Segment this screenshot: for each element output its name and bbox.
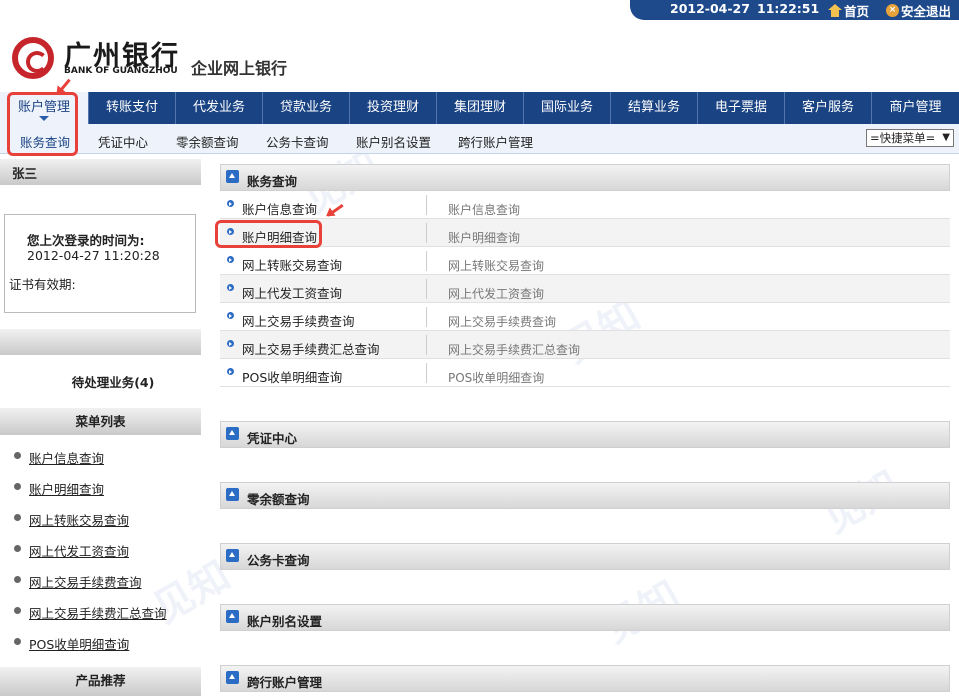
section-header-account-alias[interactable]: 账户别名设置 — [220, 604, 950, 631]
quick-menu-select[interactable]: =快捷菜单= ▼ — [866, 129, 954, 147]
menu-list: 账户信息查询 账户明细查询 网上转账交易查询 网上代发工资查询 网上交易手续费查… — [14, 448, 167, 665]
menu-item[interactable]: 网上转账交易查询 — [14, 510, 167, 541]
query-list: 账户信息查询 账户信息查询 账户明细查询 账户明细查询 网上转账交易查询 网上转账交易… — [220, 191, 950, 387]
logout-icon: × — [886, 4, 899, 17]
home-icon — [828, 4, 842, 17]
main-nav: 账户管理 转账支付 代发业务 贷款业务 投资理财 集团理财 国际业务 结算业务 … — [0, 92, 959, 124]
chevron-down-icon: ▼ — [942, 132, 950, 143]
arrow-right-icon — [227, 284, 234, 291]
highlight-box — [215, 220, 322, 248]
tab-payroll[interactable]: 代发业务 — [175, 92, 262, 124]
collapse-icon — [226, 671, 239, 684]
username-bar: 张三 — [0, 159, 201, 185]
bullet-icon — [14, 638, 21, 645]
tab-merchant[interactable]: 商户管理 — [871, 92, 959, 124]
list-item[interactable]: 网上交易手续费汇总查询 网上交易手续费汇总查询 — [220, 331, 950, 359]
tab-customer-service[interactable]: 客户服务 — [784, 92, 871, 124]
logout-label: 安全退出 — [901, 4, 952, 19]
tab-transfer[interactable]: 转账支付 — [88, 92, 175, 124]
section-header-account-query[interactable]: 账务查询 — [220, 164, 950, 191]
arrow-right-icon — [227, 312, 234, 319]
sub-nav: 账务查询 凭证中心 零余额查询 公务卡查询 账户别名设置 跨行账户管理 =快捷菜… — [0, 124, 959, 154]
menu-item[interactable]: 账户信息查询 — [14, 448, 167, 479]
subtab-official-card[interactable]: 公务卡查询 — [266, 132, 329, 151]
bullet-icon — [14, 576, 21, 583]
sidebar-divider — [0, 329, 201, 355]
collapse-icon — [226, 170, 239, 183]
list-item[interactable]: 网上交易手续费查询 网上交易手续费查询 — [220, 303, 950, 331]
subtab-cross-bank[interactable]: 跨行账户管理 — [458, 132, 533, 151]
list-item[interactable]: 账户明细查询 账户明细查询 — [220, 219, 950, 247]
collapse-icon — [226, 488, 239, 501]
product-recommend-title: 产品推荐 — [0, 667, 201, 696]
top-status-bar: 2012-04-27 11:22:51 首页 × 安全退出 — [630, 0, 959, 20]
cert-validity: 证书有效期: — [9, 277, 76, 292]
bullet-icon — [14, 607, 21, 614]
arrow-right-icon — [227, 368, 234, 375]
home-link[interactable]: 首页 — [828, 1, 869, 20]
tab-group-finance[interactable]: 集团理财 — [436, 92, 523, 124]
list-item[interactable]: POS收单明细查询 POS收单明细查询 — [220, 359, 950, 387]
login-info-box: 您上次登录的时间为: 2012-04-27 11:20:28 证书有效期: — [4, 214, 196, 313]
tab-loan[interactable]: 贷款业务 — [262, 92, 349, 124]
section-header-zero-balance[interactable]: 零余额查询 — [220, 482, 950, 509]
menu-item[interactable]: 网上交易手续费查询 — [14, 572, 167, 603]
menu-item[interactable]: 网上交易手续费汇总查询 — [14, 603, 167, 634]
section-header-cross-bank[interactable]: 跨行账户管理 — [220, 665, 950, 692]
bullet-icon — [14, 452, 21, 459]
menu-list-title: 菜单列表 — [0, 408, 201, 435]
list-item[interactable]: 网上代发工资查询 网上代发工资查询 — [220, 275, 950, 303]
subtab-zero-balance[interactable]: 零余额查询 — [176, 132, 239, 151]
menu-item[interactable]: POS收单明细查询 — [14, 634, 167, 665]
arrow-right-icon — [227, 200, 234, 207]
logout-link[interactable]: × 安全退出 — [886, 1, 951, 20]
bank-logo-icon — [12, 37, 54, 79]
highlight-box — [7, 92, 78, 156]
section-header-official-card[interactable]: 公务卡查询 — [220, 543, 950, 570]
arrow-right-icon — [227, 256, 234, 263]
collapse-icon — [226, 549, 239, 562]
arrow-right-icon — [227, 340, 234, 347]
menu-item[interactable]: 网上代发工资查询 — [14, 541, 167, 572]
last-login-label: 您上次登录的时间为: — [27, 233, 145, 248]
section-header-voucher-center[interactable]: 凭证中心 — [220, 421, 950, 448]
tab-settlement[interactable]: 结算业务 — [610, 92, 697, 124]
subtab-account-alias[interactable]: 账户别名设置 — [356, 132, 431, 151]
tab-international[interactable]: 国际业务 — [523, 92, 610, 124]
current-time: 11:22:51 — [757, 1, 820, 16]
last-login-time: 2012-04-27 11:20:28 — [27, 248, 160, 263]
bullet-icon — [14, 514, 21, 521]
quick-menu-value: =快捷菜单= — [870, 131, 936, 145]
bank-name-en: BANK OF GUANGZHOU — [64, 66, 178, 76]
subtab-voucher-center[interactable]: 凭证中心 — [98, 132, 148, 151]
pending-tasks-link[interactable]: 待处理业务(4) — [0, 372, 201, 391]
menu-item[interactable]: 账户明细查询 — [14, 479, 167, 510]
header: 广州银行 BANK OF GUANGZHOU 企业网上银行 — [0, 20, 959, 90]
ebank-title: 企业网上银行 — [191, 59, 288, 78]
tab-e-bills[interactable]: 电子票据 — [697, 92, 784, 124]
collapse-icon — [226, 610, 239, 623]
collapse-icon — [226, 427, 239, 440]
current-date: 2012-04-27 — [670, 1, 750, 16]
list-item[interactable]: 网上转账交易查询 网上转账交易查询 — [220, 247, 950, 275]
bullet-icon — [14, 483, 21, 490]
tab-investment[interactable]: 投资理财 — [349, 92, 436, 124]
home-label: 首页 — [844, 4, 870, 19]
bullet-icon — [14, 545, 21, 552]
